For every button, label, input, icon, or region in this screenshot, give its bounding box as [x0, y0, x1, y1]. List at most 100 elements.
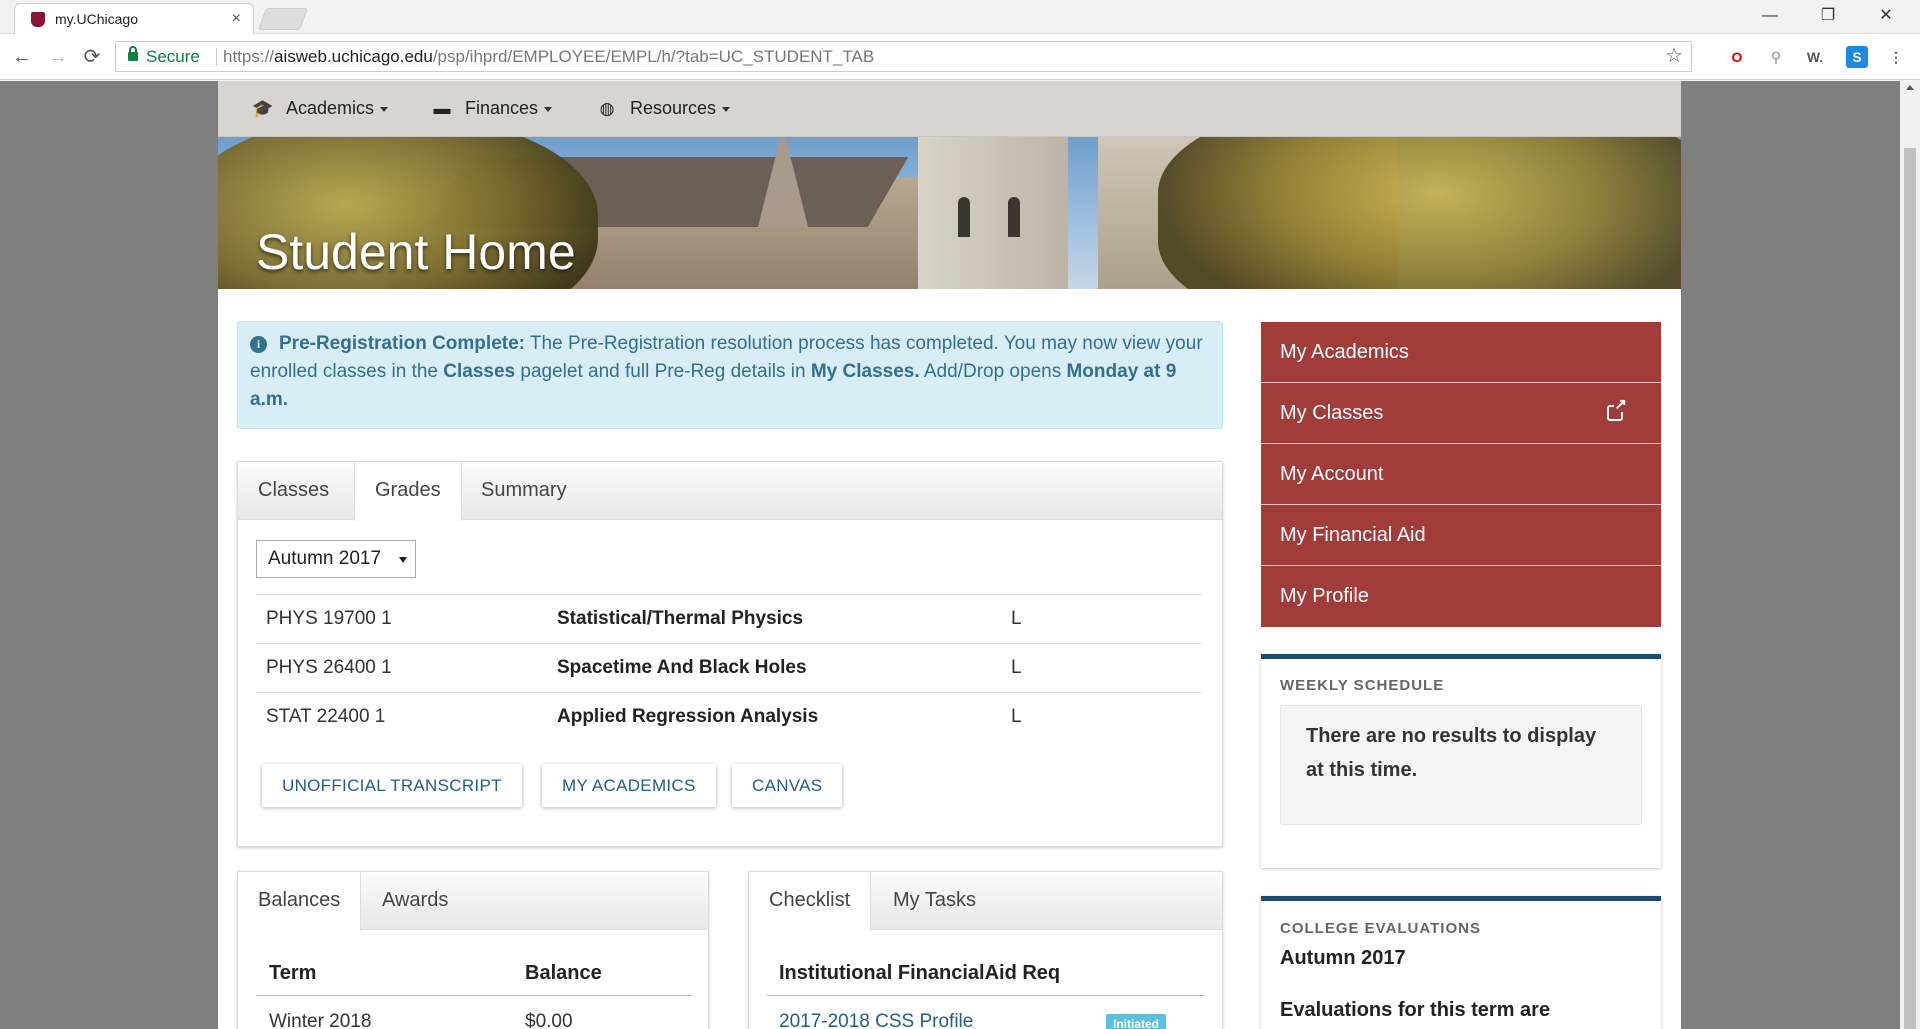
- alert-my-classes: My Classes.: [810, 361, 920, 382]
- tab-grades[interactable]: Grades: [354, 462, 462, 521]
- term-select-value: Autumn 2017: [268, 548, 382, 569]
- tab-awards[interactable]: Awards: [362, 872, 468, 930]
- minimize-button[interactable]: —: [1742, 0, 1798, 34]
- main-nav: 🎓 Academics ▬ Finances ◍ Resources: [218, 81, 1681, 137]
- menu-my-classes[interactable]: My Classes: [1261, 383, 1661, 444]
- menu-my-academics[interactable]: My Academics: [1261, 322, 1661, 383]
- browser-tab-bar: my.UChicago × — ❐ ✕: [0, 0, 1920, 34]
- browser-tab[interactable]: my.UChicago ×: [14, 3, 254, 34]
- tab-checklist[interactable]: Checklist: [749, 872, 872, 931]
- column-header-term: Term: [269, 962, 317, 984]
- url-host: aisweb.uchicago.edu: [274, 47, 433, 66]
- nav-resources-label: Resources: [630, 98, 717, 118]
- tab-balances[interactable]: Balances: [238, 872, 362, 931]
- tab-summary[interactable]: Summary: [461, 462, 587, 520]
- table-row: PHYS 26400 1 Spacetime And Black Holes L: [256, 643, 1202, 692]
- menu-item-label: My Classes: [1280, 402, 1384, 424]
- course-code: STAT 22400 1: [266, 706, 386, 727]
- menu-my-financial-aid[interactable]: My Financial Aid: [1261, 505, 1661, 566]
- url-path: /psp/ihprd/EMPLOYEE/EMPL/h/?tab=UC_STUDE…: [432, 47, 875, 66]
- caret-down-icon: [544, 106, 553, 112]
- banner-window: [1008, 197, 1020, 237]
- nav-academics-label: Academics: [286, 98, 375, 118]
- campus-banner: Student Home: [218, 137, 1681, 289]
- graduation-cap-icon: 🎓: [252, 99, 274, 118]
- omnibox-divider: [216, 48, 217, 66]
- weekly-schedule-heading: WEEKLY SCHEDULE: [1280, 677, 1445, 694]
- menu-item-label: My Financial Aid: [1280, 524, 1426, 546]
- back-button[interactable]: ←: [8, 43, 36, 71]
- menu-item-label: My Account: [1280, 463, 1384, 485]
- menu-my-account[interactable]: My Account: [1261, 444, 1661, 505]
- table-row: STAT 22400 1 Applied Regression Analysis…: [256, 692, 1202, 741]
- evaluations-text: Evaluations for this term are: [1280, 999, 1551, 1021]
- menu-my-profile[interactable]: My Profile: [1261, 566, 1661, 627]
- credit-card-icon: ▬: [433, 99, 451, 118]
- pre-registration-alert: i Pre-Registration Complete: The Pre-Regi…: [237, 321, 1223, 429]
- page-viewport: 🎓 Academics ▬ Finances ◍ Resources Student …: [0, 81, 1900, 1029]
- s-extension-icon[interactable]: S: [1846, 46, 1868, 68]
- page-scrollbar[interactable]: [1900, 81, 1920, 1029]
- quick-links-menu: My Academics My Classes My Account My Fi…: [1261, 322, 1661, 627]
- page-container: 🎓 Academics ▬ Finances ◍ Resources Student …: [218, 81, 1681, 1029]
- weekly-schedule-box: WEEKLY SCHEDULE There are no results to …: [1261, 654, 1661, 868]
- w-extension-icon[interactable]: W.: [1804, 46, 1826, 68]
- browser-menu-icon[interactable]: ⋮: [1885, 46, 1907, 68]
- term-select[interactable]: Autumn 2017: [256, 540, 416, 578]
- balances-panel: Balances Awards Term Balance Winter 2018…: [237, 871, 709, 1029]
- course-grade: L: [1011, 657, 1022, 678]
- css-profile-link[interactable]: 2017-2018 CSS Profile: [779, 1011, 973, 1029]
- checklist-header: Institutional FinancialAid Req: [779, 962, 1061, 984]
- balance-amount: $0.00: [525, 1011, 573, 1029]
- balance-term: Winter 2018: [269, 1011, 372, 1029]
- address-bar[interactable]: Secure https://aisweb.uchicago.edu/psp/i…: [115, 41, 1692, 72]
- reload-button[interactable]: ⟳: [78, 43, 106, 71]
- external-link-icon: [1607, 397, 1627, 421]
- course-title: Statistical/Thermal Physics: [557, 608, 804, 629]
- caret-down-icon: [380, 106, 389, 112]
- college-evaluations-box: COLLEGE EVALUATIONS Autumn 2017 Evaluati…: [1261, 896, 1661, 1029]
- academics-panel: Classes Grades Summary Autumn 2017 PHYS …: [237, 461, 1223, 847]
- alert-classes: Classes: [443, 361, 516, 382]
- my-academics-button[interactable]: MY ACADEMICS: [542, 764, 716, 807]
- url-text[interactable]: https://aisweb.uchicago.edu/psp/ihprd/EM…: [223, 42, 874, 71]
- table-divider: [767, 995, 1205, 996]
- scroll-up-arrow-icon[interactable]: [1906, 85, 1914, 90]
- url-scheme: https://: [223, 47, 275, 66]
- secure-label: Secure: [146, 47, 200, 66]
- checklist-tabs: Checklist My Tasks: [749, 872, 1222, 931]
- course-title: Applied Regression Analysis: [557, 706, 819, 727]
- college-evaluations-heading: COLLEGE EVALUATIONS: [1280, 920, 1481, 937]
- nav-academics[interactable]: 🎓 Academics: [252, 81, 389, 137]
- table-divider: [256, 995, 692, 996]
- tab-classes[interactable]: Classes: [238, 462, 349, 520]
- status-badge: Initiated: [1106, 1014, 1167, 1029]
- nav-finances[interactable]: ▬ Finances: [431, 81, 553, 137]
- table-row: PHYS 19700 1 Statistical/Thermal Physics…: [256, 594, 1202, 643]
- canvas-button[interactable]: CANVAS: [732, 764, 843, 807]
- forward-button[interactable]: →: [44, 43, 72, 71]
- browser-toolbar: ← → ⟳ Secure https://aisweb.uchicago.edu…: [0, 34, 1920, 80]
- dropdown-arrow-icon: [399, 557, 407, 563]
- tab-my-tasks[interactable]: My Tasks: [873, 872, 996, 930]
- scrollbar-thumb[interactable]: [1904, 148, 1916, 1029]
- evaluations-term: Autumn 2017: [1280, 947, 1406, 969]
- bookmark-star-icon[interactable]: ☆: [1665, 42, 1683, 71]
- new-tab-button[interactable]: [257, 8, 309, 30]
- checklist-panel: Checklist My Tasks Institutional Financi…: [748, 871, 1223, 1029]
- page-title: Student Home: [256, 224, 576, 280]
- search-extension-icon[interactable]: ⚲: [1765, 46, 1787, 68]
- close-window-button[interactable]: ✕: [1858, 0, 1914, 34]
- tab-close-icon[interactable]: ×: [232, 4, 241, 34]
- column-header-balance: Balance: [525, 962, 602, 984]
- menu-item-label: My Academics: [1280, 341, 1409, 363]
- opera-extension-icon[interactable]: O: [1726, 46, 1748, 68]
- course-code: PHYS 19700 1: [266, 608, 392, 629]
- restore-button[interactable]: ❐: [1800, 0, 1856, 34]
- uchicago-favicon-icon: [31, 12, 45, 27]
- banner-window: [958, 197, 970, 237]
- tab-title: my.UChicago: [55, 11, 138, 27]
- unofficial-transcript-button[interactable]: UNOFFICIAL TRANSCRIPT: [262, 764, 522, 807]
- course-title: Spacetime And Black Holes: [557, 657, 807, 678]
- nav-resources[interactable]: ◍ Resources: [596, 81, 731, 137]
